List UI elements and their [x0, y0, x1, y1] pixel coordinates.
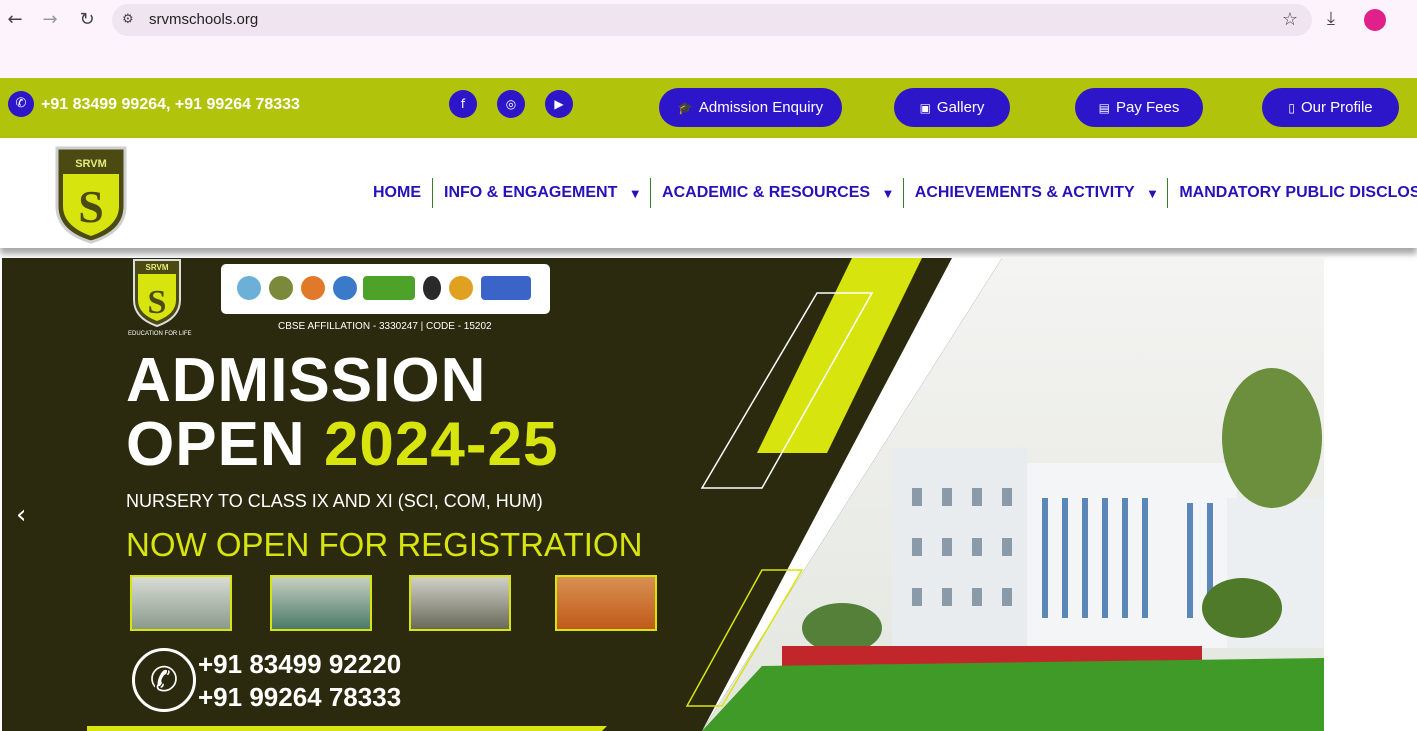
caret-down-icon: ▼: [1148, 189, 1157, 200]
menu-item-label: ACADEMIC & RESOURCES: [662, 184, 871, 201]
hero-phone-1: +91 83499 92220: [198, 649, 402, 679]
reload-icon[interactable]: ↻: [77, 10, 97, 30]
phone-icon: ✆: [8, 91, 34, 117]
menu-item-achievements-activity[interactable]: ACHIEVEMENTS & ACTIVITY ▼: [904, 178, 1168, 208]
site-header: SRVM S HOME INFO & ENGAGEMENT ▼ ACADEMIC …: [0, 138, 1417, 248]
admission-enquiry-button[interactable]: 🎓 Admission Enquiry: [659, 88, 842, 127]
campus-thumbnail: [409, 575, 511, 631]
gallery-button[interactable]: ▣ Gallery: [894, 88, 1010, 127]
menu-item-label: ACHIEVEMENTS & ACTIVITY: [914, 184, 1135, 201]
hero-registration: NOW OPEN FOR REGISTRATION: [126, 526, 643, 563]
hero-year: 2024-25: [323, 410, 559, 479]
profile-avatar[interactable]: [1364, 9, 1386, 31]
svg-text:S: S: [78, 181, 104, 232]
hero-open-word: OPEN: [126, 410, 306, 479]
cert-logo-icon: [237, 276, 261, 300]
hero-heading-open: OPEN 2024-25: [126, 414, 559, 476]
back-arrow-icon[interactable]: ←: [5, 10, 25, 30]
site-settings-icon[interactable]: ⚙: [122, 11, 140, 29]
hero-logo: SRVM S: [133, 259, 181, 328]
menu-item-info-engagement[interactable]: INFO & ENGAGEMENT ▼: [433, 178, 650, 208]
our-profile-button[interactable]: ▯ Our Profile: [1262, 88, 1399, 127]
hero-tagline: EDUCATION FOR LIFE: [128, 331, 192, 337]
menu-item-label: INFO & ENGAGEMENT: [444, 184, 618, 201]
hero-banner[interactable]: SRVM S EDUCATION FOR LIFE CBSE AFFILLATI…: [2, 258, 1324, 731]
address-bar[interactable]: ⚙ srvmschools.org ☆: [112, 4, 1312, 36]
eat-right-logo: [363, 276, 415, 300]
forward-arrow-icon[interactable]: →: [40, 10, 60, 30]
youtube-icon[interactable]: ▶: [545, 90, 573, 118]
our-profile-label: Our Profile: [1300, 99, 1373, 116]
contact-phones: +91 83499 99264, +91 99264 78333: [41, 96, 300, 113]
profile-card-icon: ▯: [1288, 101, 1295, 115]
contact-bar: ✆ +91 83499 99264, +91 99264 78333 f ◎ ▶…: [0, 78, 1417, 138]
facebook-icon[interactable]: f: [449, 90, 477, 118]
certification-logos: [221, 264, 550, 314]
hero-logo-text: SRVM: [146, 263, 169, 272]
card-icon: ▤: [1098, 101, 1110, 115]
menu-item-home[interactable]: HOME: [362, 178, 432, 208]
bookmark-star-icon[interactable]: ☆: [1282, 9, 1298, 30]
main-menu: HOME INFO & ENGAGEMENT ▼ ACADEMIC & RESOU…: [362, 178, 1417, 208]
campus-thumbnail: [130, 575, 232, 631]
cert-logo-icon: [333, 276, 357, 300]
caret-down-icon: ▼: [884, 189, 892, 200]
hero-phone-2: +91 99264 78333: [198, 682, 402, 712]
logo-text: SRVM: [75, 158, 107, 170]
caret-down-icon: ▼: [631, 189, 640, 200]
pay-fees-button[interactable]: ▤ Pay Fees: [1075, 88, 1203, 127]
school-innovation-council-logo: [481, 276, 531, 300]
hero-heading-admission: ADMISSION: [126, 346, 487, 415]
slider-prev-icon[interactable]: ‹: [16, 500, 26, 530]
download-icon[interactable]: ⤓: [1327, 8, 1335, 29]
campus-thumbnail: [555, 575, 657, 631]
cbse-affiliation: CBSE AFFILLATION - 3330247 | CODE - 1520…: [278, 321, 492, 332]
graduation-cap-icon: 🎓: [677, 101, 693, 115]
image-icon: ▣: [919, 101, 931, 115]
instagram-icon[interactable]: ◎: [497, 90, 525, 118]
cert-logo-icon: [269, 276, 293, 300]
menu-item-academic-resources[interactable]: ACADEMIC & RESOURCES ▼: [651, 178, 903, 208]
pay-fees-label: Pay Fees: [1115, 99, 1180, 116]
hero-classes: NURSERY TO CLASS IX AND XI (SCI, COM, HU…: [126, 491, 543, 511]
browser-toolbar: ← → ↻ ⚙ srvmschools.org ☆ ⤓: [0, 0, 1417, 78]
cert-logo-icon: [449, 276, 473, 300]
cert-logo-icon: [423, 276, 441, 300]
campus-thumbnail: [270, 575, 372, 631]
svg-text:S: S: [148, 284, 167, 321]
phone-handset-icon: ✆: [132, 648, 196, 712]
gallery-label: Gallery: [936, 99, 985, 116]
admission-enquiry-label: Admission Enquiry: [698, 99, 824, 116]
cert-logo-icon: [301, 276, 325, 300]
slider-next-icon[interactable]: ›: [1380, 500, 1390, 530]
url-text[interactable]: srvmschools.org: [149, 11, 258, 28]
school-logo[interactable]: SRVM S: [55, 146, 127, 244]
menu-item-mandatory-disclosure[interactable]: MANDATORY PUBLIC DISCLOSURE: [1168, 178, 1417, 208]
